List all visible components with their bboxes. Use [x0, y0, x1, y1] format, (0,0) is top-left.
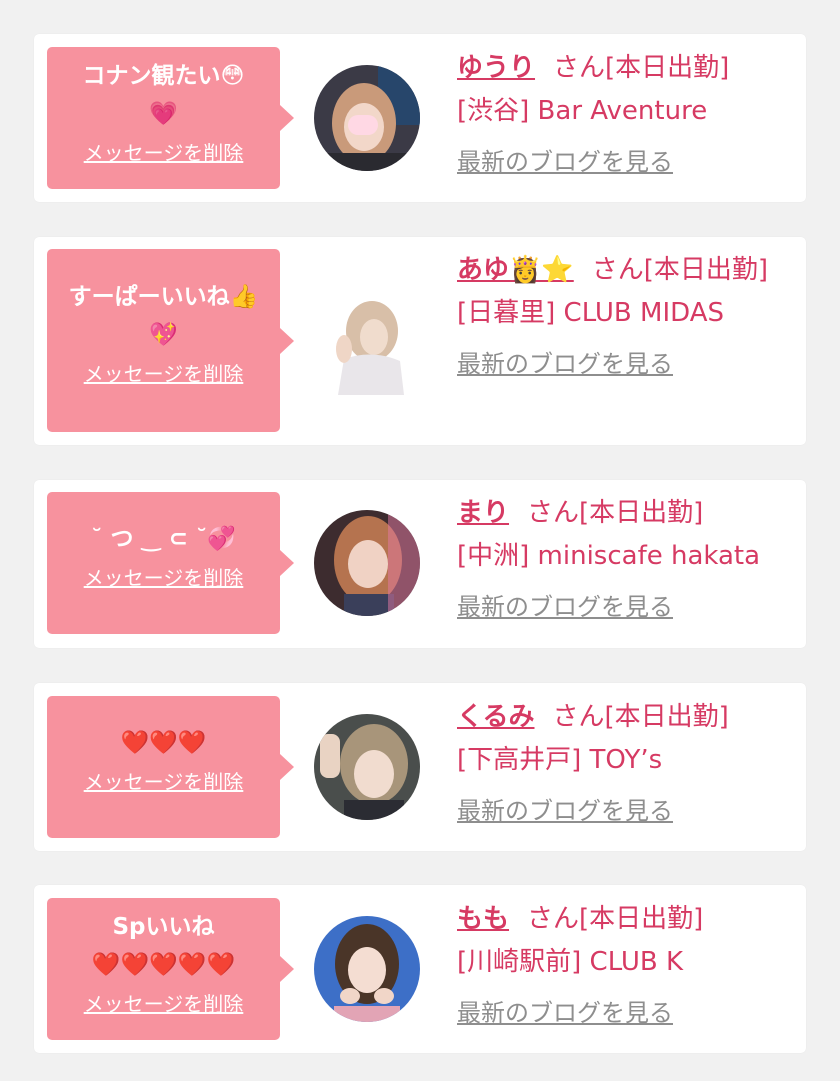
shop-name: [下高井戸] TOY’s: [457, 745, 663, 775]
shop-name: [渋谷] Bar Aventure: [457, 96, 708, 126]
view-blog-link[interactable]: 最新のブログを見る: [457, 790, 673, 833]
message-text: すーぱーいいね👍 💖: [47, 249, 280, 354]
entry-info: まり さん[本日出勤] [中洲] miniscafe hakata 最新のブログを…: [457, 492, 787, 629]
shop-name: [中洲] miniscafe hakata: [457, 541, 761, 571]
delete-message-link[interactable]: メッセージを削除: [84, 358, 244, 387]
avatar[interactable]: [314, 916, 420, 1022]
message-card: コナン観たい😳 💗 メッセージを削除 ゆうり さん[本日出勤] [渋谷] Bar …: [34, 34, 806, 202]
attendance-status: さん[本日出勤]: [553, 53, 730, 83]
message-text: ˘ つ ‿ ⊂ ˘💞: [47, 492, 280, 558]
delete-message-link[interactable]: メッセージを削除: [84, 562, 244, 591]
message-text: コナン観たい😳 💗: [47, 47, 280, 133]
attendance-status: さん[本日出勤]: [527, 498, 704, 528]
entry-info: ゆうり さん[本日出勤] [渋谷] Bar Aventure 最新のブログを見る: [457, 47, 787, 184]
message-text: ❤️❤️❤️: [47, 696, 280, 762]
avatar[interactable]: [314, 714, 420, 820]
message-line: コナン観たい😳: [82, 63, 245, 89]
cast-name-link[interactable]: もも: [457, 904, 509, 934]
message-bubble: ❤️❤️❤️ メッセージを削除: [47, 696, 294, 838]
message-list: コナン観たい😳 💗 メッセージを削除 ゆうり さん[本日出勤] [渋谷] Bar …: [0, 0, 840, 1081]
attendance-status: さん[本日出勤]: [591, 255, 769, 285]
cast-name-link[interactable]: ゆうり: [457, 53, 535, 83]
message-bubble: コナン観たい😳 💗 メッセージを削除: [47, 47, 294, 189]
shop-name: [川崎駅前] CLUB K: [457, 947, 684, 977]
message-card: Spいいね ❤️❤️❤️❤️❤️ メッセージを削除 もも さん[本日出勤] [川崎…: [34, 885, 806, 1053]
message-line: ˘ つ ‿ ⊂ ˘💞: [91, 526, 236, 552]
attendance-status: さん[本日出勤]: [552, 702, 729, 732]
avatar[interactable]: [314, 289, 420, 395]
delete-message-link[interactable]: メッセージを削除: [84, 766, 244, 795]
message-bubble: すーぱーいいね👍 💖 メッセージを削除: [47, 249, 294, 432]
message-bubble: ˘ つ ‿ ⊂ ˘💞 メッセージを削除: [47, 492, 294, 634]
message-text: Spいいね ❤️❤️❤️❤️❤️: [47, 898, 280, 984]
shop-name: [日暮里] CLUB MIDAS: [457, 298, 724, 328]
view-blog-link[interactable]: 最新のブログを見る: [457, 141, 673, 184]
attendance-status: さん[本日出勤]: [527, 904, 704, 934]
delete-message-link[interactable]: メッセージを削除: [84, 988, 244, 1017]
entry-info: あゆ👸⭐ さん[本日出勤] [日暮里] CLUB MIDAS 最新のブログを見る: [457, 249, 787, 386]
view-blog-link[interactable]: 最新のブログを見る: [457, 586, 673, 629]
message-bubble: Spいいね ❤️❤️❤️❤️❤️ メッセージを削除: [47, 898, 294, 1040]
avatar[interactable]: [314, 510, 420, 616]
entry-info: もも さん[本日出勤] [川崎駅前] CLUB K 最新のブログを見る: [457, 898, 787, 1035]
cast-name-link[interactable]: くるみ: [457, 702, 534, 732]
delete-message-link[interactable]: メッセージを削除: [84, 137, 244, 166]
view-blog-link[interactable]: 最新のブログを見る: [457, 992, 673, 1035]
avatar[interactable]: [314, 65, 420, 171]
message-card: ˘ つ ‿ ⊂ ˘💞 メッセージを削除 まり さん[本日出勤] [中洲] mini…: [34, 480, 806, 648]
cast-name-link[interactable]: まり: [457, 498, 509, 528]
entry-info: くるみ さん[本日出勤] [下高井戸] TOY’s 最新のブログを見る: [457, 696, 787, 833]
message-line: 💖: [149, 322, 178, 348]
message-card: すーぱーいいね👍 💖 メッセージを削除 あゆ👸⭐ さん[本日出勤] [日暮里] C…: [34, 237, 806, 445]
message-line: ❤️❤️❤️: [120, 730, 207, 756]
message-line: すーぱーいいね👍: [68, 284, 259, 310]
message-line: Spいいね: [112, 914, 215, 940]
cast-name-link[interactable]: あゆ👸⭐: [457, 255, 574, 285]
message-line: ❤️❤️❤️❤️❤️: [91, 952, 236, 978]
view-blog-link[interactable]: 最新のブログを見る: [457, 343, 673, 386]
message-card: ❤️❤️❤️ メッセージを削除 くるみ さん[本日出勤] [下高井戸] TOY’s…: [34, 683, 806, 851]
message-line: 💗: [149, 101, 178, 127]
